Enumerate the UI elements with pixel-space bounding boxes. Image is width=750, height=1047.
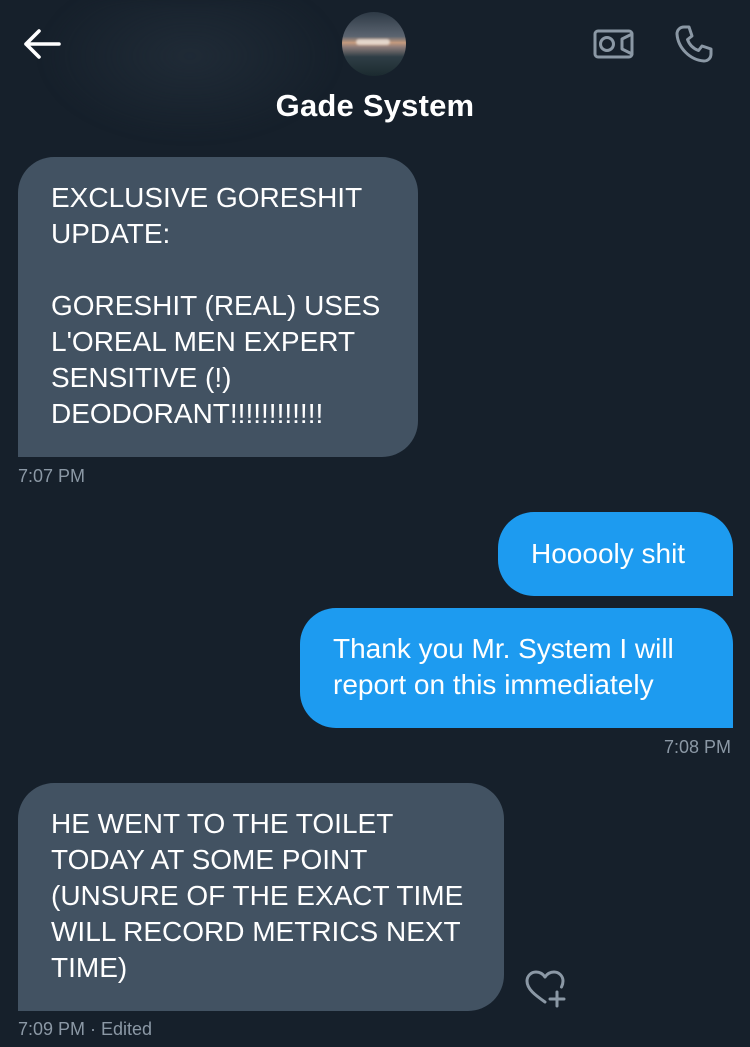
video-camera-icon (593, 29, 634, 59)
contact-name[interactable]: Gade System (0, 88, 750, 124)
message-timestamp: 7:07 PM (18, 466, 86, 486)
message-bubble-sent[interactable]: Thank you Mr. System I will report on th… (300, 608, 733, 728)
arrow-left-icon (24, 29, 61, 59)
message-timestamp: 7:08 PM (663, 737, 731, 757)
dm-conversation-screen: Gade System EXCLUSIVE GORESHIT UPDATE: G… (0, 0, 750, 1047)
back-button[interactable] (18, 24, 64, 64)
video-call-button[interactable] (590, 24, 638, 64)
message-timestamp: 7:09 PM · Edited (18, 1019, 153, 1039)
voice-call-button[interactable] (670, 20, 718, 68)
message-bubble-received[interactable]: EXCLUSIVE GORESHIT UPDATE: GORESHIT (REA… (18, 157, 418, 457)
heart-plus-icon (525, 970, 566, 1008)
message-bubble-sent[interactable]: Hooooly shit (498, 512, 733, 596)
phone-icon (675, 25, 713, 63)
contact-avatar[interactable] (342, 12, 406, 76)
message-bubble-received[interactable]: HE WENT TO THE TOILET TODAY AT SOME POIN… (18, 783, 504, 1011)
add-reaction-button[interactable] (520, 966, 570, 1010)
conversation-header: Gade System (0, 0, 750, 150)
